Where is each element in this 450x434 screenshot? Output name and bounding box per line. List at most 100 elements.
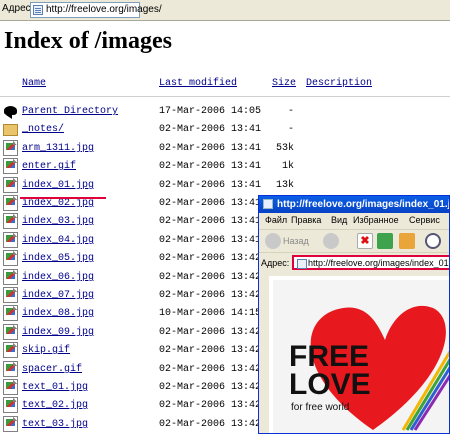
image-file-icon [3,361,18,377]
file-row: _notes/02-Mar-2006 13:41 - [0,120,450,138]
file-row: enter.gif 02-Mar-2006 13:41 1k [0,157,450,175]
menu-view[interactable]: Вид [331,215,347,225]
address-url: http://freelove.org/images/ [46,4,162,15]
file-date: 02-Mar-2006 13:42 [159,272,262,283]
listing-header: Name Last modified Size Description [0,78,450,92]
header-divider [0,96,450,97]
file-link[interactable]: text_03.jpg [22,419,88,430]
file-size: 1k [281,161,294,172]
image-file-icon [3,305,18,321]
address-label: Адрес: [2,3,34,14]
file-row: index_01.jpg 02-Mar-2006 13:41 13k [0,176,450,194]
menu-file[interactable]: Файл [265,215,287,225]
file-date: 02-Mar-2006 13:42 [159,345,262,356]
file-date: 02-Mar-2006 13:42 [159,364,262,375]
popup-title-bar[interactable]: http://freelove.org/images/index_01.jpg … [259,196,450,213]
file-date: 02-Mar-2006 13:42 [159,253,262,264]
address-input[interactable]: http://freelove.org/images/ [30,2,162,18]
file-link[interactable]: Parent Directory [22,106,118,117]
popup-title-text: http://freelove.org/images/index_01.jpg … [277,199,450,210]
file-date: 02-Mar-2006 13:41 [159,143,262,154]
file-date: 02-Mar-2006 13:42 [159,400,262,411]
back-button-label[interactable]: Назад [283,236,309,246]
popup-address-label: Адрес: [261,258,290,268]
file-row: arm_1311.jpg 02-Mar-2006 13:41 53k [0,139,450,157]
refresh-icon[interactable] [377,233,393,249]
home-icon[interactable] [399,233,415,249]
file-link[interactable]: spacer.gif [22,364,82,375]
file-link[interactable]: _notes/ [22,124,64,135]
file-date: 02-Mar-2006 13:41 [159,180,262,191]
popup-browser-window: http://freelove.org/images/index_01.jpg … [258,195,450,434]
popup-toolbar: Назад ✖ [259,229,449,252]
image-file-icon [3,177,18,193]
file-date: 02-Mar-2006 13:41 [159,235,262,246]
image-file-icon [3,287,18,303]
sort-by-description-link[interactable]: Description [306,78,372,89]
image-file-icon [3,213,18,229]
image-file-icon [3,379,18,395]
ie-page-icon [263,199,273,209]
file-link[interactable]: index_08.jpg [22,308,94,319]
file-date: 02-Mar-2006 13:41 [159,198,262,209]
image-file-icon [3,269,18,285]
image-file-icon [3,140,18,156]
address-bar: Адрес: http://freelove.org/images/ [0,0,450,21]
menu-edit[interactable]: Правка [291,215,321,225]
file-date: 02-Mar-2006 13:42 [159,382,262,393]
file-row: Parent Directory 17-Mar-2006 14:05 - [0,102,450,120]
file-size: 53k [275,143,294,154]
file-link[interactable]: index_02.jpg [22,198,94,209]
file-link[interactable]: index_07.jpg [22,290,94,301]
highlight-underline [20,197,106,199]
logo-tagline: for free world [291,402,350,413]
file-link[interactable]: index_04.jpg [22,235,94,246]
file-link[interactable]: text_01.jpg [22,382,88,393]
sort-by-name-link[interactable]: Name [22,78,46,89]
file-date: 02-Mar-2006 13:42 [159,290,262,301]
back-icon [3,103,18,119]
popup-page-icon [297,259,307,269]
popup-address-bar: Адрес: http://freelove.org/images/index_… [259,252,450,273]
file-size: - [287,106,294,117]
file-link[interactable]: index_01.jpg [22,180,94,191]
file-date: 02-Mar-2006 13:42 [159,327,262,338]
image-file-icon [3,342,18,358]
search-icon[interactable] [425,233,441,249]
image-file-icon [3,324,18,340]
file-date: 02-Mar-2006 13:41 [159,216,262,227]
page-title: Index of /images [4,28,172,54]
file-size: - [287,124,294,135]
forward-button-icon[interactable] [323,233,339,249]
image-file-icon [3,158,18,174]
file-link[interactable]: text_02.jpg [22,400,88,411]
file-date: 10-Mar-2006 14:15 [159,308,262,319]
file-link[interactable]: index_06.jpg [22,272,94,283]
logo-text-love: LOVE [289,368,371,401]
file-link[interactable]: index_03.jpg [22,216,94,227]
file-link[interactable]: arm_1311.jpg [22,143,94,154]
menu-favorites[interactable]: Избранное [353,215,399,225]
back-button-icon[interactable] [265,233,281,249]
sort-by-size-link[interactable]: Size [272,78,296,89]
image-file-icon [3,250,18,266]
popup-content-area: FREE LOVE for free world [269,276,449,433]
file-link[interactable]: index_05.jpg [22,253,94,264]
freelove-image: FREE LOVE for free world [273,280,449,433]
sort-by-date-link[interactable]: Last modified [159,78,237,89]
file-date: 02-Mar-2006 13:42 [159,419,262,430]
popup-address-url: http://freelove.org/images/index_01.jpg [308,258,450,268]
menu-tools[interactable]: Сервис [409,215,440,225]
image-file-icon [3,195,18,211]
file-link[interactable]: skip.gif [22,345,70,356]
file-link[interactable]: index_09.jpg [22,327,94,338]
file-date: 02-Mar-2006 13:41 [159,161,262,172]
file-size: 13k [275,180,294,191]
file-date: 17-Mar-2006 14:05 [159,106,262,117]
file-link[interactable]: enter.gif [22,161,76,172]
popup-address-input[interactable]: http://freelove.org/images/index_01.jpg [292,255,450,270]
image-file-icon [3,397,18,413]
page-icon [33,5,43,15]
file-date: 02-Mar-2006 13:41 [159,124,262,135]
stop-icon[interactable]: ✖ [357,233,373,249]
